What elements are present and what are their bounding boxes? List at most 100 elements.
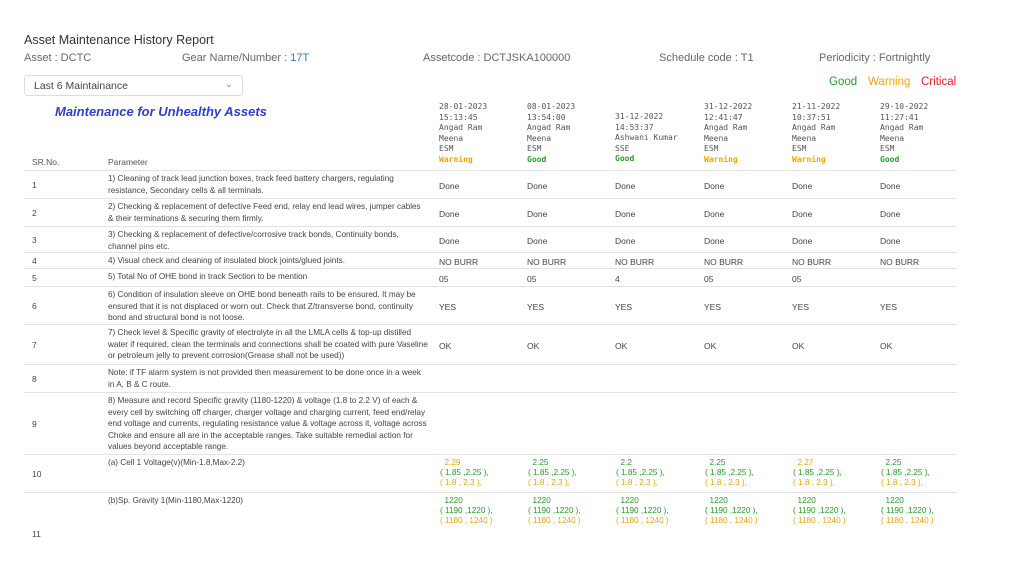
report-title: Asset Maintenance History Report xyxy=(24,33,214,47)
row-value: OK xyxy=(527,341,540,351)
maintenance-filter-select[interactable]: Last 6 Maintainance ⌄ xyxy=(24,75,243,96)
row-divider xyxy=(24,364,957,365)
maintenance-header-line: 31-12-2022 xyxy=(704,102,753,111)
maintenance-header-line: 08-01-2023 xyxy=(527,102,576,111)
row-value: Done xyxy=(792,209,813,219)
status-badge: Good xyxy=(527,154,547,164)
row-parameter: 3) Checking & replacement of defective/c… xyxy=(108,230,399,251)
schedule-code-label: Schedule code : T1 xyxy=(659,52,754,64)
reading-cell: 2.25( 1.85 ,2.25 ),( 1.8 , 2.3 ), xyxy=(881,458,930,492)
gear-label: Gear Name/Number : 17T xyxy=(182,52,309,64)
header-divider xyxy=(24,170,957,171)
reading-cell: 2.2( 1.85 ,2.25 ),( 1.8 , 2.3 ), xyxy=(616,458,665,492)
row-parameter: 5) Total No of OHE bond in track Section… xyxy=(108,272,308,281)
chevron-down-icon: ⌄ xyxy=(224,79,233,90)
legend-good: Good xyxy=(829,76,858,88)
row-value: YES xyxy=(615,302,633,312)
row-divider xyxy=(24,286,957,287)
row-sr-no: 7 xyxy=(32,340,37,350)
maintenance-header-line: Meena xyxy=(527,133,552,143)
maintenance-header-line: SSE xyxy=(615,143,630,153)
header-parameter: Parameter xyxy=(108,157,148,167)
row-value: 05 xyxy=(527,274,537,284)
maintenance-header-line: Angad Ram xyxy=(880,123,924,132)
gear-value: 17T xyxy=(290,52,310,64)
reading-value: 2.2 xyxy=(616,458,632,467)
row-sr-no: 8 xyxy=(32,374,37,384)
maintenance-header-line: ESM xyxy=(792,144,807,153)
row-divider xyxy=(24,252,957,253)
maintenance-header-line: Meena xyxy=(704,133,729,143)
row-divider xyxy=(24,324,957,325)
reading-warning-range: ( 1.8 , 2.3 ), xyxy=(616,478,658,487)
row-sr-no: 1 xyxy=(32,180,37,190)
asset-label: Asset : DCTC xyxy=(24,52,92,64)
section-title: Maintenance for Unhealthy Assets xyxy=(55,104,267,119)
reading-warning-range: ( 1.8 , 2.3 ), xyxy=(881,478,923,487)
maintenance-header-line: 21-11-2022 xyxy=(792,102,841,111)
row-parameter: 4) Visual check and cleaning of insulate… xyxy=(108,256,345,265)
header-sr-no: SR.No. xyxy=(32,157,60,167)
status-badge: Warning xyxy=(792,154,826,164)
row-parameter: 8) Measure and record Specific gravity (… xyxy=(108,396,427,452)
row-parameter: (b)Sp. Gravity 1(Min-1180,Max-1220) xyxy=(108,496,243,505)
row-parameter: 7) Check level & Specific gravity of ele… xyxy=(108,328,428,361)
maintenance-header-line: 15:13:45 xyxy=(439,112,478,122)
maintenance-header-line: 28-01-2023 xyxy=(439,102,488,111)
row-value: 05 xyxy=(439,274,449,284)
row-value: 05 xyxy=(704,274,714,284)
reading-value: 1220 xyxy=(440,496,463,505)
row-value: Done xyxy=(880,236,901,246)
row-parameter: (a) Cell 1 Voltage(v)(Min-1.8,Max-2.2) xyxy=(108,458,245,467)
reading-good-range: ( 1.85 ,2.25 ), xyxy=(793,468,842,477)
reading-value: 2.27 xyxy=(793,458,814,467)
row-value: 05 xyxy=(792,274,802,284)
maintenance-header-5: 21-11-2022 10:37:51 Angad Ram Meena ESM Warni… xyxy=(792,102,840,165)
reading-good-range: ( 1.85 ,2.25 ), xyxy=(705,468,754,477)
maintenance-header-line: Meena xyxy=(880,133,905,143)
row-value: NO BURR xyxy=(880,257,920,267)
row-value: Done xyxy=(527,209,548,219)
maintenance-header-6: 29-10-2022 11:27:41 Angad Ram Meena ESM Good xyxy=(880,102,928,165)
reading-warning-range: ( 1.8 , 2.3 ), xyxy=(793,478,835,487)
reading-cell: 1220( 1190 ,1220 ),( 1180 , 1240 ) xyxy=(705,496,758,535)
reading-value: 2.29 xyxy=(440,458,461,467)
row-sr-no: 2 xyxy=(32,208,37,218)
assetcode-label: Assetcode : DCTJSKA100000 xyxy=(423,52,571,64)
row-value: NO BURR xyxy=(704,257,744,267)
reading-value: 1220 xyxy=(793,496,816,505)
reading-warning-range: ( 1180 , 1240 ) xyxy=(528,516,581,525)
reading-value: 2.25 xyxy=(528,458,549,467)
row-value: Done xyxy=(880,181,901,191)
reading-cell: 2.29( 1.85 ,2.25 ),( 1.8 , 2.3 ), xyxy=(440,458,489,492)
row-value: Done xyxy=(615,181,636,191)
reading-value: 2.25 xyxy=(705,458,726,467)
reading-good-range: ( 1.85 ,2.25 ), xyxy=(881,468,930,477)
row-value: YES xyxy=(704,302,722,312)
row-parameter: 1) Cleaning of track lead junction boxes… xyxy=(108,174,394,195)
row-value: OK xyxy=(704,341,717,351)
row-value: OK xyxy=(880,341,893,351)
maintenance-header-line: 12:41:47 xyxy=(704,112,743,122)
reading-good-range: ( 1.85 ,2.25 ), xyxy=(440,468,489,477)
row-sr-no: 9 xyxy=(32,419,37,429)
maintenance-header-1: 28-01-2023 15:13:45 Angad Ram Meena ESM Warni… xyxy=(439,102,487,165)
reading-good-range: ( 1190 ,1220 ), xyxy=(881,506,934,515)
row-divider xyxy=(24,392,957,393)
row-divider xyxy=(24,226,957,227)
maintenance-header-4: 31-12-2022 12:41:47 Angad Ram Meena ESM Warni… xyxy=(704,102,752,165)
row-sr-no: 6 xyxy=(32,301,37,311)
reading-warning-range: ( 1180 , 1240 ) xyxy=(705,516,758,525)
row-value: Done xyxy=(615,209,636,219)
reading-good-range: ( 1190 ,1220 ), xyxy=(440,506,493,515)
maintenance-header-line: 29-10-2022 xyxy=(880,102,929,111)
row-divider xyxy=(24,492,957,493)
maintenance-filter-value: Last 6 Maintainance xyxy=(34,80,128,92)
row-value: NO BURR xyxy=(792,257,832,267)
row-value: Done xyxy=(704,236,725,246)
maintenance-header-line: Angad Ram xyxy=(439,123,483,132)
reading-value: 1220 xyxy=(881,496,904,505)
maintenance-header-2: 08-01-2023 13:54:00 Angad Ram Meena ESM Good xyxy=(527,102,575,165)
reading-value: 1220 xyxy=(616,496,639,505)
status-badge: Good xyxy=(880,154,900,164)
